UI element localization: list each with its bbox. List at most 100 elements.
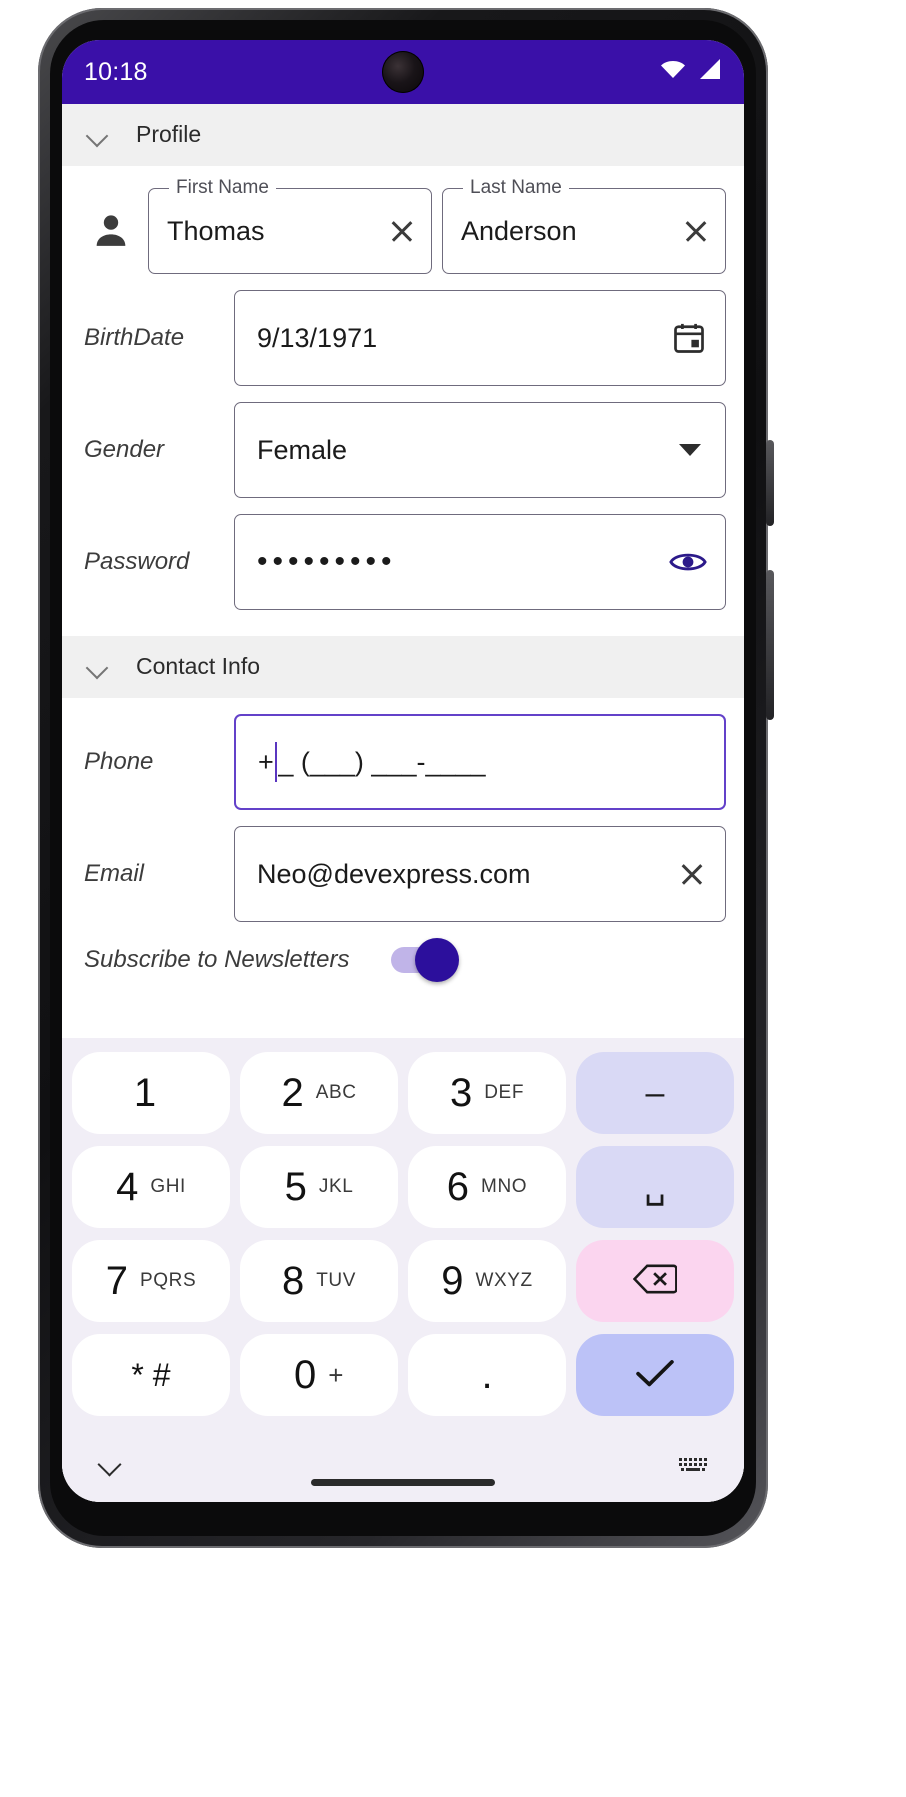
birthdate-field[interactable]: 9/13/1971	[234, 290, 726, 386]
subscribe-label: Subscribe to Newsletters	[84, 946, 350, 973]
email-clear-icon[interactable]	[677, 859, 707, 889]
phone-prefix: +	[258, 746, 274, 777]
key-letters: JKL	[318, 1176, 354, 1197]
subscribe-row: Subscribe to Newsletters	[62, 922, 744, 992]
first-name-clear-icon[interactable]	[387, 216, 417, 246]
key-digit: * #	[131, 1356, 171, 1393]
key-7[interactable]: 7 PQRS	[72, 1240, 230, 1322]
phone-label: Phone	[84, 748, 154, 775]
section-title-contact-info: Contact Info	[136, 653, 261, 679]
section-header-contact-info[interactable]: Contact Info	[62, 636, 744, 698]
key-digit: 5	[284, 1164, 307, 1209]
front-camera	[382, 51, 424, 93]
status-icons	[659, 57, 722, 88]
space-key[interactable]: ␣	[576, 1146, 734, 1228]
key-0[interactable]: 0 +	[240, 1334, 398, 1416]
birthdate-value: 9/13/1971	[257, 322, 378, 353]
key-letters: ABC	[315, 1082, 357, 1103]
volume-button[interactable]	[766, 570, 774, 720]
keyboard-row: * # 0 + .	[72, 1334, 734, 1416]
password-label: Password	[84, 548, 190, 575]
key-5[interactable]: 5 JKL	[240, 1146, 398, 1228]
birthdate-row: BirthDate 9/13/1971	[62, 274, 744, 386]
phone-row: Phone + _ (___) ___-____	[62, 698, 744, 810]
email-row: Email Neo@devexpress.com	[62, 810, 744, 922]
key-letters: WXYZ	[475, 1270, 533, 1291]
last-name-value: Anderson	[461, 215, 577, 246]
phone-field[interactable]: + _ (___) ___-____	[234, 714, 726, 810]
key-letters: TUV	[316, 1270, 357, 1291]
form-content: Profile First Name Thomas Last Name Ande…	[62, 104, 744, 1502]
key-letters: PQRS	[140, 1270, 197, 1291]
chevron-down-icon[interactable]	[679, 444, 701, 456]
key-digit: 0	[293, 1352, 317, 1397]
calendar-icon[interactable]	[671, 320, 707, 356]
toggle-knob	[415, 938, 460, 982]
key-3[interactable]: 3 DEF	[408, 1052, 566, 1134]
status-time: 10:18	[84, 57, 148, 86]
chevron-down-icon	[86, 655, 110, 679]
person-icon	[84, 210, 138, 252]
chevron-down-icon	[86, 123, 110, 147]
key-letters: GHI	[150, 1176, 186, 1197]
key-digit: 8	[281, 1258, 305, 1303]
subscribe-toggle[interactable]	[391, 938, 460, 982]
key-1[interactable]: 1	[72, 1052, 230, 1134]
key-digit: 2	[281, 1070, 304, 1115]
home-indicator[interactable]	[311, 1479, 495, 1486]
key-letters: DEF	[484, 1082, 525, 1103]
key-digit: 1	[133, 1070, 157, 1115]
key-letters: MNO	[481, 1176, 528, 1197]
key-digit: 7	[105, 1258, 128, 1303]
text-cursor	[274, 742, 278, 782]
phone-mask: + _ (___) ___-____	[258, 742, 486, 782]
key-4[interactable]: 4 GHI	[72, 1146, 230, 1228]
keyboard-icon[interactable]	[678, 1454, 708, 1476]
gender-value: Female	[257, 434, 348, 465]
password-field[interactable]: •••••••••	[234, 514, 726, 610]
backspace-key[interactable]	[576, 1240, 734, 1322]
phone-screen: 10:18 Profile First Name Thomas Last Nam…	[62, 40, 744, 1502]
key-digit: –	[645, 1073, 665, 1112]
last-name-clear-icon[interactable]	[681, 216, 711, 246]
keyboard-row: 1 2 ABC 3 DEF –	[72, 1052, 734, 1134]
keyboard-row: 7 PQRS 8 TUV 9 WXYZ	[72, 1240, 734, 1322]
section-header-profile[interactable]: Profile	[62, 104, 744, 166]
keyboard-row: 4 GHI 5 JKL 6 MNO ␣	[72, 1146, 734, 1228]
chevron-down-icon[interactable]	[98, 1452, 124, 1478]
period-key[interactable]: .	[408, 1334, 566, 1416]
power-button[interactable]	[766, 440, 774, 526]
key-digit: ␣	[644, 1168, 666, 1206]
backspace-icon	[632, 1263, 678, 1300]
key-8[interactable]: 8 TUV	[240, 1240, 398, 1322]
email-value: Neo@devexpress.com	[257, 858, 531, 889]
on-screen-keyboard: 1 2 ABC 3 DEF – 4 GHI 5 JKL 6 MNO ␣ 7 PQ…	[62, 1038, 744, 1502]
contact-fields: Phone + _ (___) ___-____ Email Neo@devexp…	[62, 698, 744, 992]
enter-key[interactable]	[576, 1334, 734, 1416]
device-stage: 10:18 Profile First Name Thomas Last Nam…	[0, 0, 906, 1797]
first-name-label: First Name	[169, 177, 276, 199]
gender-field[interactable]: Female	[234, 402, 726, 498]
key-letters: +	[328, 1359, 345, 1390]
last-name-label: Last Name	[463, 177, 569, 199]
eye-icon[interactable]	[669, 549, 707, 575]
profile-fields: First Name Thomas Last Name Anderson Bir…	[62, 166, 744, 610]
first-name-field[interactable]: First Name Thomas	[148, 177, 432, 274]
key-digit: 4	[116, 1164, 139, 1209]
phone-mask-text: _ (___) ___-____	[278, 746, 486, 777]
key-digit: .	[481, 1352, 493, 1397]
key-6[interactable]: 6 MNO	[408, 1146, 566, 1228]
star-hash-key[interactable]: * #	[72, 1334, 230, 1416]
last-name-field[interactable]: Last Name Anderson	[442, 177, 726, 274]
email-field[interactable]: Neo@devexpress.com	[234, 826, 726, 922]
checkmark-icon	[633, 1357, 677, 1394]
key-9[interactable]: 9 WXYZ	[408, 1240, 566, 1322]
key-digit: 3	[449, 1070, 473, 1115]
name-row: First Name Thomas Last Name Anderson	[62, 166, 744, 274]
gender-label: Gender	[84, 436, 165, 463]
status-bar: 10:18	[62, 40, 744, 104]
key-digit: 9	[441, 1258, 464, 1303]
email-label: Email	[84, 860, 145, 887]
dash-key[interactable]: –	[576, 1052, 734, 1134]
key-2[interactable]: 2 ABC	[240, 1052, 398, 1134]
